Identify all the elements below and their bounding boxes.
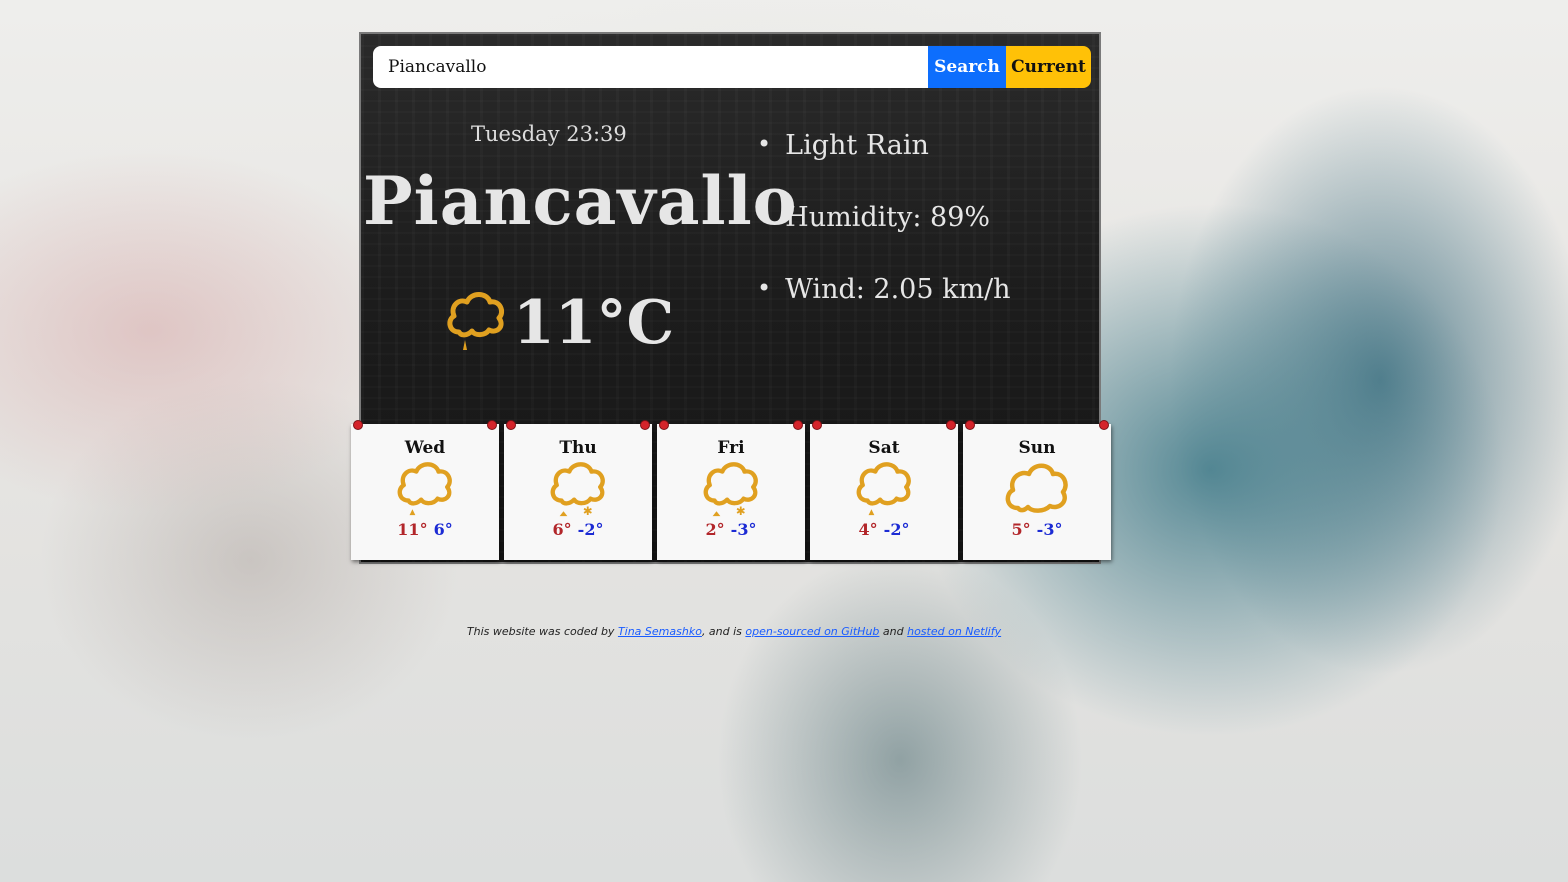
- forecast-day: Sun 5° -3°: [963, 421, 1111, 560]
- footer-text: , and is: [701, 625, 746, 638]
- forecast-high: 5°: [1011, 520, 1031, 539]
- city-search-input[interactable]: [373, 46, 928, 88]
- netlify-link[interactable]: hosted on Netlify: [907, 625, 1001, 638]
- forecast-day: Sat 4° -2°: [810, 421, 958, 560]
- pin-icon: [947, 421, 955, 429]
- forecast-low: 6°: [433, 520, 453, 539]
- forecast-day: Wed 11° 6°: [351, 421, 499, 560]
- pin-icon: [660, 421, 668, 429]
- cloud-snow-icon: ✱: [703, 462, 758, 518]
- current-temperature-block: 11°C: [445, 288, 674, 358]
- city-name: Piancavallo: [363, 162, 798, 240]
- forecast-day-name: Sat: [868, 438, 900, 458]
- cloud-snow-icon: ✱: [550, 462, 605, 518]
- pin-icon: [794, 421, 802, 429]
- forecast-day-name: Sun: [1018, 438, 1056, 458]
- cloud-rain-icon: [447, 292, 505, 350]
- pin-icon: [813, 421, 821, 429]
- pin-icon: [354, 421, 362, 429]
- svg-text:✱: ✱: [736, 504, 746, 518]
- forecast-day: Fri ✱ 2° -3°: [657, 421, 805, 560]
- svg-text:✱: ✱: [583, 504, 593, 518]
- cloud-icon: [1005, 463, 1068, 513]
- forecast-strip: Wed 11° 6° Thu ✱ 6° -2° Fri ✱ 2° -3° Sat: [349, 421, 1115, 564]
- forecast-low: -3°: [1036, 520, 1063, 539]
- forecast-high: 4°: [858, 520, 878, 539]
- weather-details-list: Light Rain Humidity: 89% Wind: 2.05 km/h: [757, 130, 1011, 346]
- forecast-day-name: Fri: [717, 438, 745, 458]
- current-date: Tuesday 23:39: [471, 122, 627, 146]
- cloud-rain-icon: [856, 462, 911, 516]
- pin-icon: [507, 421, 515, 429]
- pin-icon: [641, 421, 649, 429]
- forecast-low: -2°: [577, 520, 604, 539]
- search-button[interactable]: Search: [928, 46, 1006, 88]
- forecast-day: Thu ✱ 6° -2°: [504, 421, 652, 560]
- footer: This website was coded by Tina Semashko,…: [0, 625, 1468, 638]
- cloud-rain-icon: [397, 462, 452, 516]
- forecast-day-name: Thu: [559, 438, 597, 458]
- forecast-high: 2°: [705, 520, 725, 539]
- forecast-low: -3°: [730, 520, 757, 539]
- author-link[interactable]: Tina Semashko: [618, 625, 702, 638]
- footer-text: and: [879, 625, 908, 638]
- humidity: Humidity: 89%: [757, 202, 1011, 274]
- weather-description: Light Rain: [757, 130, 1011, 202]
- current-temperature: 11°C: [513, 288, 675, 358]
- forecast-high: 6°: [552, 520, 572, 539]
- footer-text: This website was coded by: [466, 625, 618, 638]
- search-form: Search Current: [373, 46, 1091, 90]
- forecast-low: -2°: [883, 520, 910, 539]
- pin-icon: [488, 421, 496, 429]
- pin-icon: [966, 421, 974, 429]
- current-location-button[interactable]: Current: [1006, 46, 1091, 88]
- wind-speed: Wind: 2.05 km/h: [757, 274, 1010, 346]
- github-link[interactable]: open-sourced on GitHub: [745, 625, 879, 638]
- pin-icon: [1100, 421, 1108, 429]
- forecast-high: 11°: [397, 520, 428, 539]
- forecast-day-name: Wed: [404, 438, 446, 458]
